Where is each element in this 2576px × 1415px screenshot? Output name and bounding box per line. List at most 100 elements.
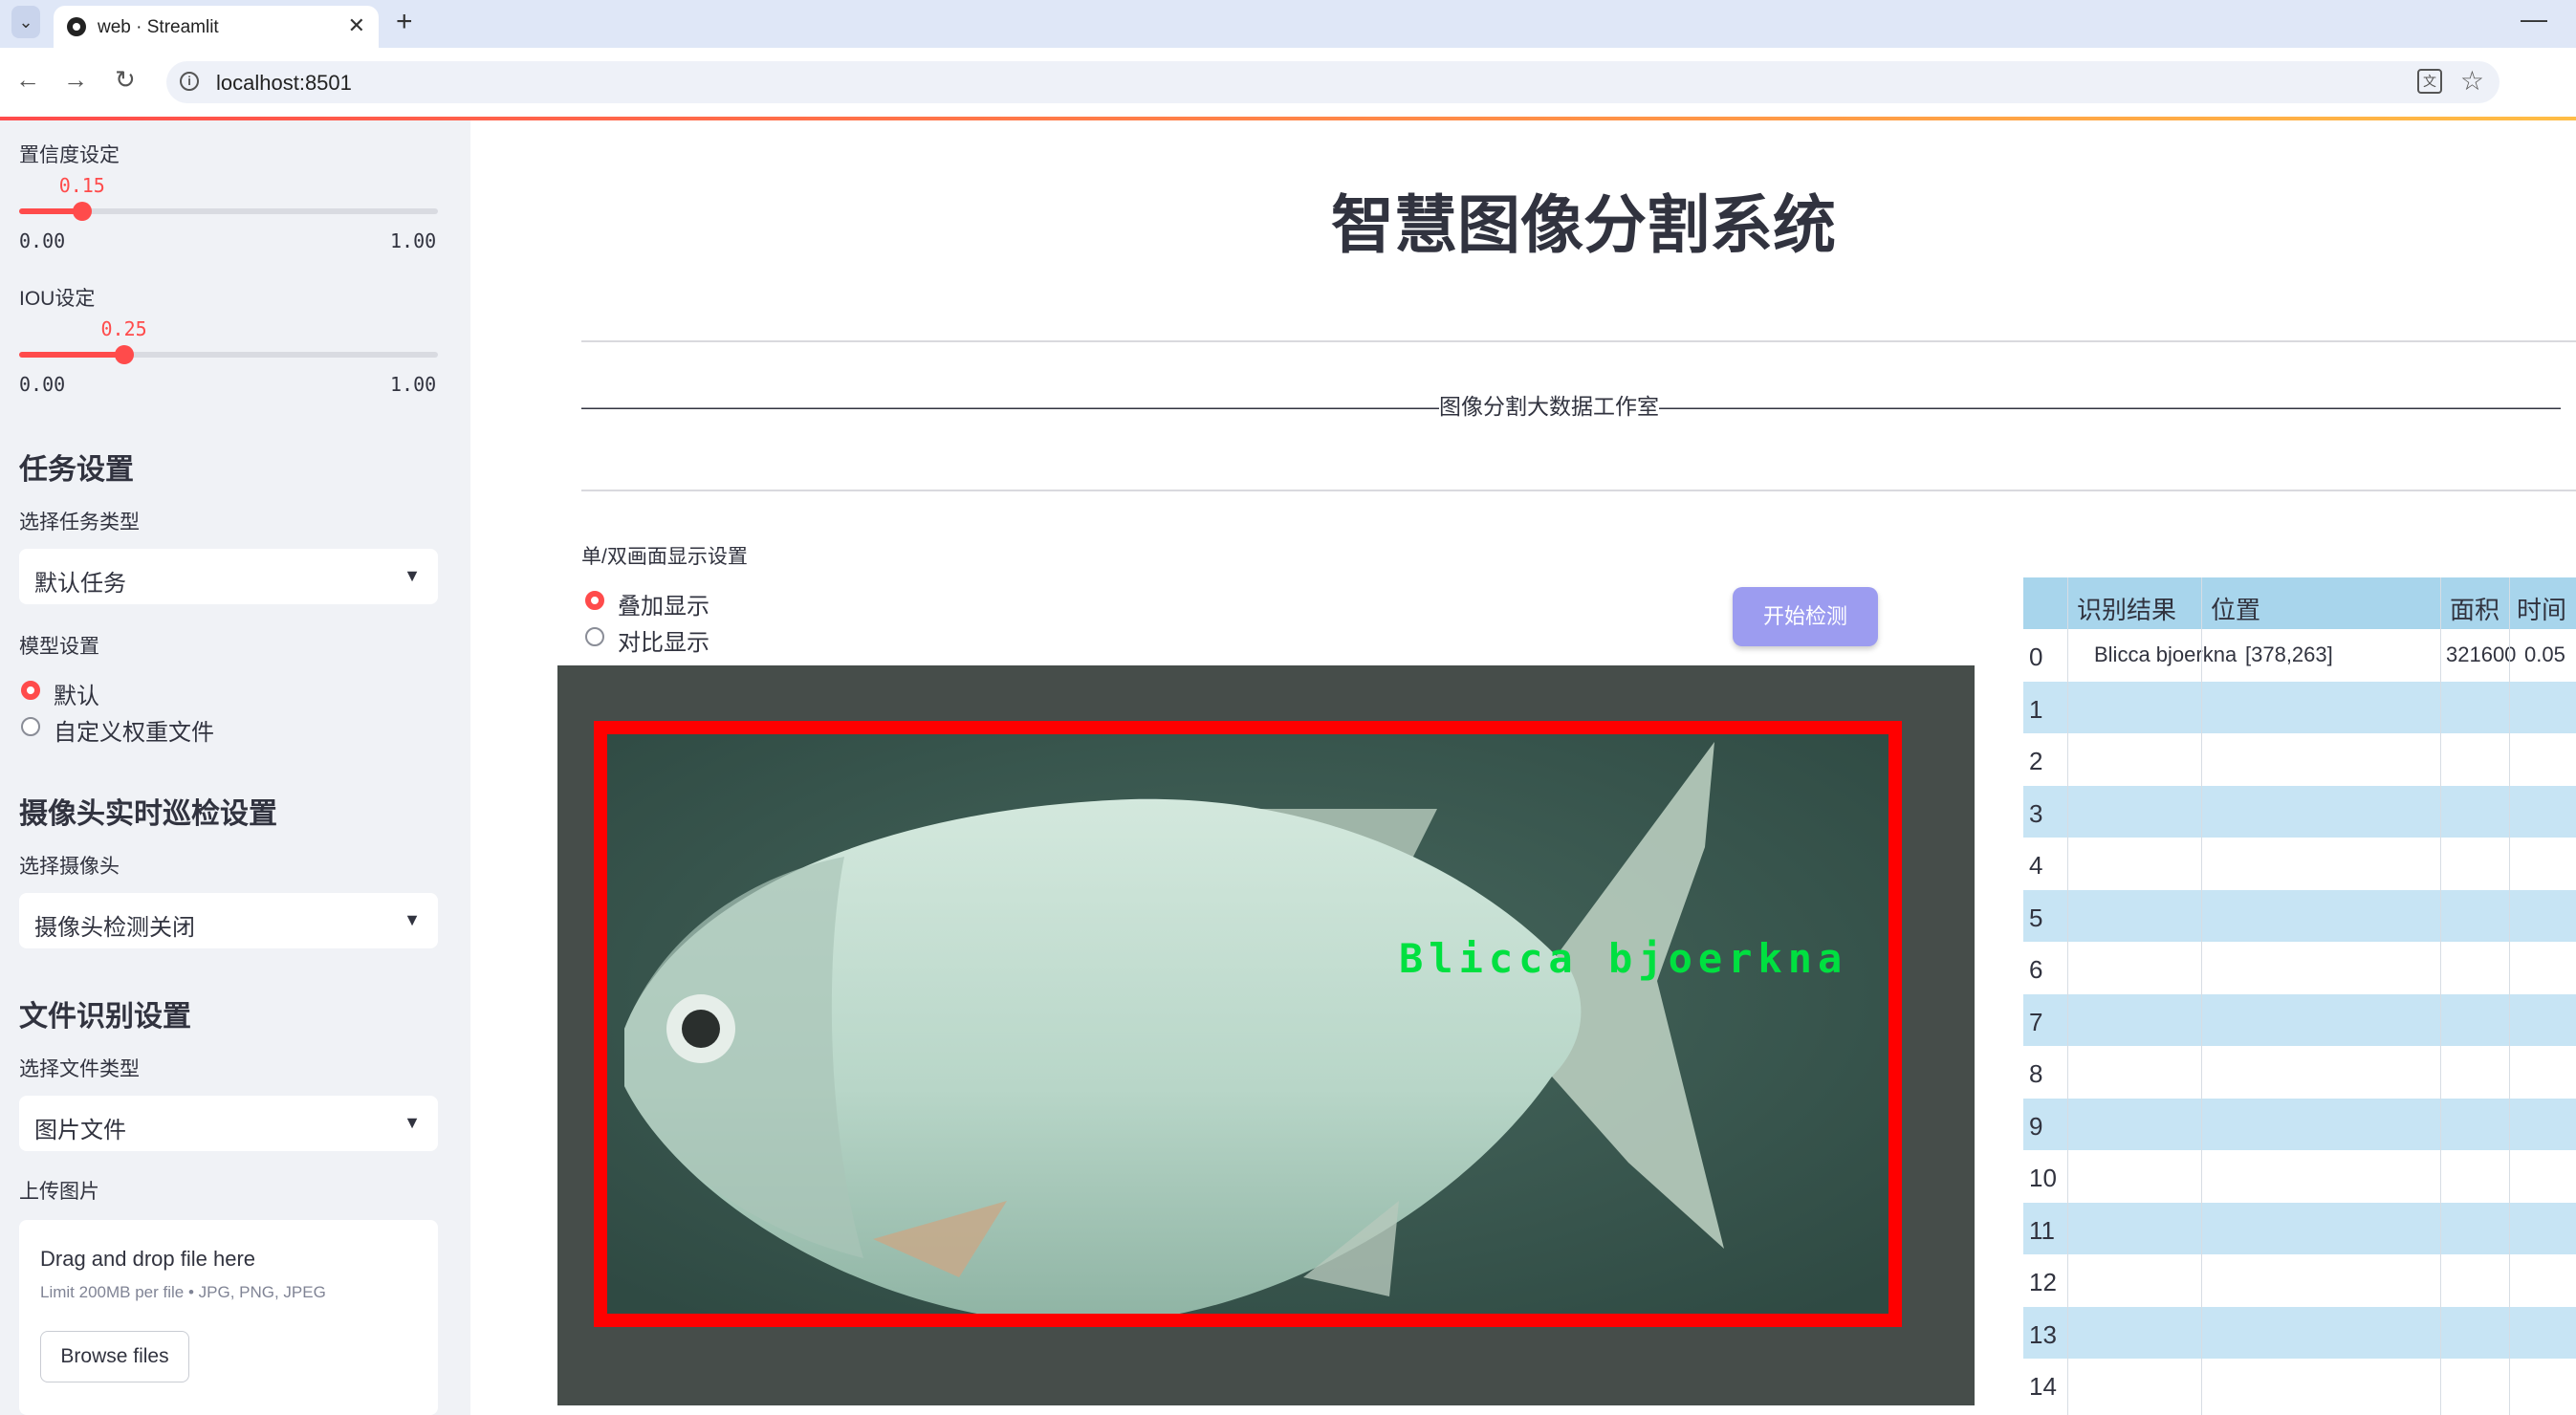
column-divider [2509, 577, 2510, 1415]
row-index: 7 [2029, 1007, 2043, 1036]
url-text[interactable]: localhost:8501 [216, 71, 352, 96]
table-row[interactable]: 12 [2023, 1254, 2576, 1306]
row-index: 12 [2029, 1268, 2057, 1296]
confidence-value: 0.15 [58, 174, 105, 197]
iou-value: 0.25 [100, 317, 147, 340]
window-minimize-icon[interactable]: — [2521, 4, 2547, 34]
confidence-slider[interactable] [19, 202, 438, 221]
address-bar: ← → ↻ i localhost:8501 文 ☆ [0, 48, 2576, 118]
task-type-value: 默认任务 [34, 571, 126, 597]
cell-area: 321600 [2446, 642, 2517, 666]
file-type-label: 选择文件类型 [19, 1058, 140, 1080]
compare-display-label[interactable]: 对比显示 [618, 623, 709, 657]
table-row[interactable]: 8 [2023, 1046, 2576, 1098]
translate-icon[interactable]: 文 [2417, 69, 2442, 94]
reload-icon[interactable]: ↻ [115, 65, 136, 95]
camera-select[interactable]: 摄像头检测关闭 ▼ [19, 893, 438, 948]
row-index: 10 [2029, 1164, 2057, 1192]
compare-display-radio[interactable] [585, 627, 604, 646]
browse-files-button[interactable]: Browse files [40, 1331, 189, 1382]
col-header-area[interactable]: 面积 [2450, 591, 2500, 626]
row-index: 6 [2029, 955, 2043, 984]
overlay-display-label[interactable]: 叠加显示 [618, 587, 709, 620]
iou-label: IOU设定 [19, 288, 96, 310]
row-index: 8 [2029, 1059, 2043, 1088]
row-index: 11 [2029, 1215, 2055, 1245]
results-table[interactable]: 识别结果 位置 面积 时间 0 Blicca bjoerkna [378,263] 3… [2023, 577, 2576, 1415]
iou-slider[interactable] [19, 345, 438, 364]
table-row[interactable]: 0 Blicca bjoerkna [378,263] 321600 0.05 [2023, 629, 2576, 681]
table-row[interactable]: 10 [2023, 1150, 2576, 1202]
tab-search-chevron-icon[interactable]: ⌄ [11, 6, 40, 38]
confidence-label: 置信度设定 [19, 144, 120, 166]
column-divider [2201, 577, 2202, 1415]
dropzone-title: Drag and drop file here [40, 1247, 256, 1271]
row-index: 2 [2029, 747, 2043, 775]
back-arrow-icon[interactable]: ← [15, 65, 40, 95]
row-index: 9 [2029, 1111, 2043, 1141]
table-row[interactable]: 5 [2023, 889, 2576, 942]
table-row[interactable]: 14 [2023, 1359, 2576, 1410]
table-row[interactable]: 6 [2023, 942, 2576, 993]
table-row[interactable]: 9 [2023, 1098, 2576, 1150]
table-row[interactable]: 4 [2023, 838, 2576, 889]
detection-bounding-box [594, 721, 1902, 1327]
table-row[interactable]: 1 [2023, 681, 2576, 733]
dropzone-limit: Limit 200MB per file • JPG, PNG, JPEG [40, 1283, 326, 1301]
divider-top [581, 340, 2576, 342]
site-info-icon[interactable]: i [180, 72, 199, 91]
table-header: 识别结果 位置 面积 时间 [2023, 577, 2576, 629]
cell-result: Blicca bjoerkna [2094, 642, 2238, 666]
new-tab-plus-icon[interactable]: + [396, 6, 413, 38]
table-row[interactable]: 2 [2023, 733, 2576, 785]
row-index: 14 [2029, 1372, 2057, 1401]
row-index: 5 [2029, 903, 2043, 932]
chevron-down-icon: ▼ [404, 1113, 421, 1132]
col-header-time[interactable]: 时间 [2517, 591, 2566, 626]
start-detection-button[interactable]: 开始检测 [1733, 587, 1878, 646]
camera-value: 摄像头检测关闭 [34, 915, 195, 941]
row-index: 3 [2029, 798, 2043, 828]
file-type-value: 图片文件 [34, 1118, 126, 1143]
confidence-slider-thumb[interactable] [72, 202, 92, 221]
model-custom-label[interactable]: 自定义权重文件 [54, 713, 214, 747]
model-default-label[interactable]: 默认 [54, 677, 99, 710]
model-settings-label: 模型设置 [19, 636, 99, 658]
table-row[interactable]: 7 [2023, 993, 2576, 1046]
cell-position: [378,263] [2245, 642, 2333, 666]
model-default-radio[interactable] [21, 681, 40, 700]
task-type-label: 选择任务类型 [19, 512, 140, 533]
column-divider [2067, 577, 2068, 1415]
sidebar: 置信度设定 0.15 0.00 1.00 IOU设定 0.25 0.00 1.0… [0, 120, 470, 1415]
browser-tab[interactable]: web · Streamlit ✕ [54, 6, 379, 48]
file-dropzone[interactable]: Drag and drop file here Limit 200MB per … [19, 1220, 438, 1415]
row-index: 0 [2029, 642, 2043, 671]
table-row[interactable]: 11 [2023, 1202, 2576, 1254]
streamlit-favicon-icon [67, 17, 86, 36]
chevron-down-icon: ▼ [404, 566, 421, 585]
file-type-select[interactable]: 图片文件 ▼ [19, 1096, 438, 1151]
iou-slider-fill [19, 352, 124, 358]
overlay-display-radio[interactable] [585, 591, 604, 610]
browser-tabbar: ⌄ web · Streamlit ✕ + — [0, 0, 2576, 48]
tab-close-icon[interactable]: ✕ [348, 13, 365, 38]
bookmark-star-icon[interactable]: ☆ [2460, 65, 2484, 97]
table-row[interactable]: 13 [2023, 1306, 2576, 1359]
model-custom-radio[interactable] [21, 717, 40, 736]
page-title: 智慧图像分割系统 [1331, 189, 1836, 260]
detection-class-label: Blicca bjoerkna [1399, 935, 1848, 982]
col-header-position[interactable]: 位置 [2211, 591, 2260, 626]
row-index: 13 [2029, 1319, 2057, 1349]
row-index: 4 [2029, 851, 2043, 880]
chevron-down-icon: ▼ [404, 910, 421, 929]
cell-time: 0.05 [2524, 642, 2565, 666]
forward-arrow-icon[interactable]: → [63, 65, 88, 95]
url-omnibox[interactable]: i localhost:8501 文 ☆ [166, 61, 2500, 103]
table-row[interactable]: 3 [2023, 785, 2576, 838]
column-divider [2440, 577, 2441, 1415]
upload-label: 上传图片 [19, 1181, 99, 1203]
iou-max: 1.00 [390, 373, 437, 396]
col-header-result[interactable]: 识别结果 [2077, 591, 2176, 626]
iou-slider-thumb[interactable] [114, 345, 134, 364]
task-type-select[interactable]: 默认任务 ▼ [19, 549, 438, 604]
